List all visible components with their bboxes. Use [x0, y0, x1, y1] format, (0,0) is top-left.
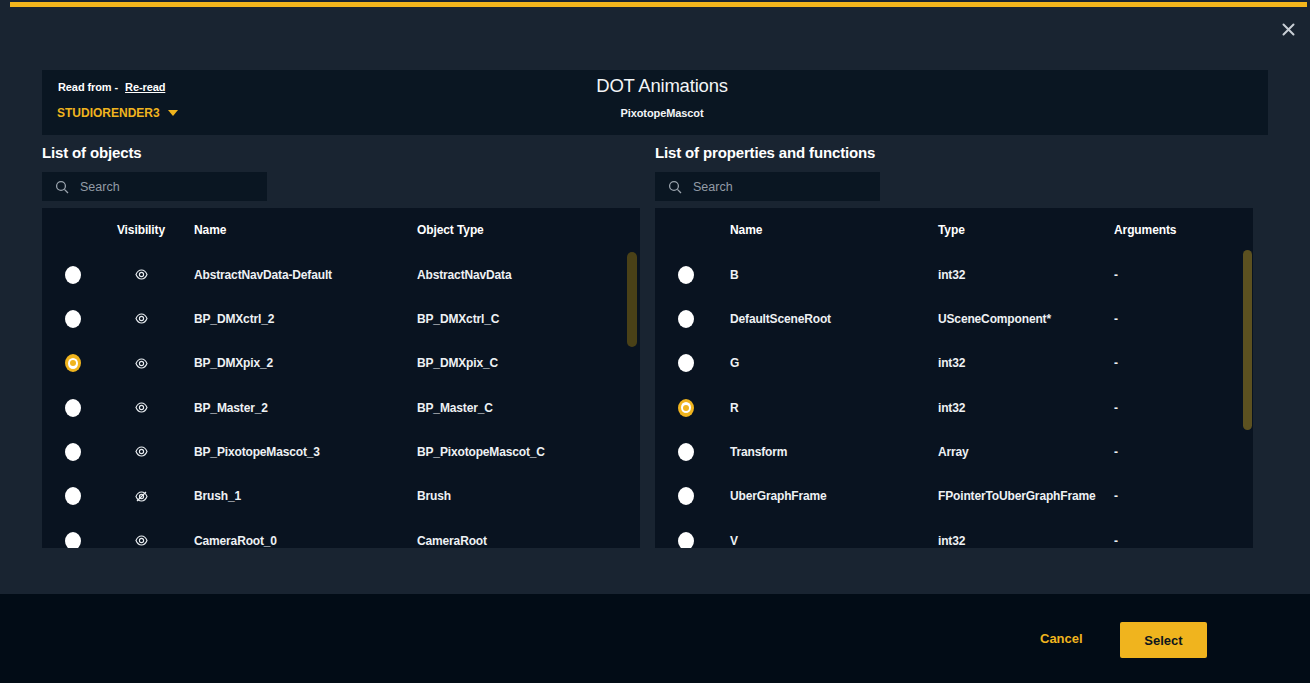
properties-search-input[interactable]: Search [655, 172, 880, 201]
property-row[interactable]: TransformArray- [655, 430, 1253, 474]
properties-scrollbar-thumb[interactable] [1243, 250, 1252, 430]
table-cell: BP_PixotopeMascot_3 [178, 445, 401, 459]
column-header-object-type: Object Type [401, 223, 640, 237]
object-row[interactable]: BP_PixotopeMascot_3BP_PixotopeMascot_C [42, 430, 640, 474]
table-cell: Brush [401, 489, 640, 503]
table-cell: - [1114, 445, 1253, 459]
table-cell: BP_DMXctrl_C [401, 312, 640, 326]
table-cell: R [717, 401, 938, 415]
radio-unselected[interactable] [42, 532, 104, 548]
table-cell: Transform [717, 445, 938, 459]
table-cell: BP_PixotopeMascot_C [401, 445, 640, 459]
objects-heading: List of objects [42, 144, 141, 161]
eye-icon[interactable] [104, 402, 178, 413]
eye-icon[interactable] [104, 446, 178, 457]
dialog-title: DOT Animations [49, 75, 1275, 97]
property-row[interactable]: UberGraphFrameFPointerToUberGraphFrame- [655, 474, 1253, 518]
table-cell: int32 [938, 356, 1114, 370]
objects-scrollbar-thumb[interactable] [627, 252, 637, 347]
radio-unselected[interactable] [655, 487, 717, 505]
table-cell: - [1114, 489, 1253, 503]
table-cell: - [1114, 268, 1253, 282]
eye-icon[interactable] [104, 269, 178, 280]
object-row[interactable]: Brush_1Brush [42, 474, 640, 518]
radio-unselected[interactable] [655, 266, 717, 284]
radio-unselected[interactable] [655, 443, 717, 461]
properties-table: Name Type Arguments Bint32-DefaultSceneR… [655, 208, 1253, 548]
radio-selected[interactable] [42, 354, 104, 372]
header-panel: Read from -Re-read STUDIORENDER3 DOT Ani… [42, 70, 1268, 135]
property-row[interactable]: Gint32- [655, 341, 1253, 385]
column-header-type: Type [938, 223, 1114, 237]
eye-icon[interactable] [104, 313, 178, 324]
property-row[interactable]: Rint32- [655, 385, 1253, 429]
table-cell: - [1114, 534, 1253, 548]
table-cell: BP_DMXpix_2 [178, 356, 401, 370]
table-cell: int32 [938, 401, 1114, 415]
property-row[interactable]: Vint32- [655, 518, 1253, 548]
radio-unselected[interactable] [42, 310, 104, 328]
column-header-arguments: Arguments [1114, 223, 1253, 237]
search-icon [55, 180, 69, 194]
table-cell: G [717, 356, 938, 370]
object-row[interactable]: BP_DMXpix_2BP_DMXpix_C [42, 341, 640, 385]
object-row[interactable]: CameraRoot_0CameraRoot [42, 518, 640, 548]
table-cell: BP_DMXpix_C [401, 356, 640, 370]
table-cell: AbstractNavData-Default [178, 268, 401, 282]
radio-unselected[interactable] [42, 443, 104, 461]
column-header-name: Name [178, 223, 401, 237]
table-cell: AbstractNavData [401, 268, 640, 282]
footer-bar: Cancel Select [0, 594, 1310, 683]
eye-icon[interactable] [104, 535, 178, 546]
objects-search-input[interactable]: Search [42, 172, 267, 201]
object-row[interactable]: BP_DMXctrl_2BP_DMXctrl_C [42, 297, 640, 341]
radio-unselected[interactable] [655, 354, 717, 372]
table-cell: UberGraphFrame [717, 489, 938, 503]
close-icon[interactable] [1281, 22, 1296, 37]
radio-unselected[interactable] [42, 487, 104, 505]
dialog-top-accent-bar [10, 2, 1307, 7]
table-cell: CameraRoot_0 [178, 534, 401, 548]
radio-selected[interactable] [655, 399, 717, 417]
properties-heading: List of properties and functions [655, 144, 875, 161]
table-cell: CameraRoot [401, 534, 640, 548]
table-cell: - [1114, 401, 1253, 415]
select-button[interactable]: Select [1120, 622, 1207, 658]
dialog-subtitle: PixotopeMascot [49, 107, 1275, 119]
table-cell: - [1114, 312, 1253, 326]
table-cell: BP_Master_C [401, 401, 640, 415]
radio-unselected[interactable] [655, 310, 717, 328]
table-cell: - [1114, 356, 1253, 370]
column-header-visibility: Visibility [104, 223, 178, 237]
table-cell: int32 [938, 268, 1114, 282]
radio-unselected[interactable] [42, 266, 104, 284]
table-cell: Array [938, 445, 1114, 459]
radio-unselected[interactable] [655, 532, 717, 548]
eye-slash-icon[interactable] [104, 491, 178, 502]
property-row[interactable]: Bint32- [655, 253, 1253, 297]
column-header-name: Name [717, 223, 938, 237]
table-cell: Brush_1 [178, 489, 401, 503]
table-cell: BP_Master_2 [178, 401, 401, 415]
property-row[interactable]: DefaultSceneRootUSceneComponent*- [655, 297, 1253, 341]
table-cell: DefaultSceneRoot [717, 312, 938, 326]
object-row[interactable]: BP_Master_2BP_Master_C [42, 385, 640, 429]
table-cell: BP_DMXctrl_2 [178, 312, 401, 326]
cancel-button[interactable]: Cancel [1040, 631, 1083, 646]
object-row[interactable]: AbstractNavData-DefaultAbstractNavData [42, 253, 640, 297]
search-icon [668, 180, 682, 194]
table-cell: B [717, 268, 938, 282]
dot-animations-dialog: Read from -Re-read STUDIORENDER3 DOT Ani… [0, 0, 1310, 683]
table-cell: USceneComponent* [938, 312, 1114, 326]
table-cell: V [717, 534, 938, 548]
radio-unselected[interactable] [42, 399, 104, 417]
objects-table: Visibility Name Object Type AbstractNavD… [42, 208, 640, 548]
eye-icon[interactable] [104, 358, 178, 369]
table-cell: int32 [938, 534, 1114, 548]
table-cell: FPointerToUberGraphFrame [938, 489, 1114, 503]
